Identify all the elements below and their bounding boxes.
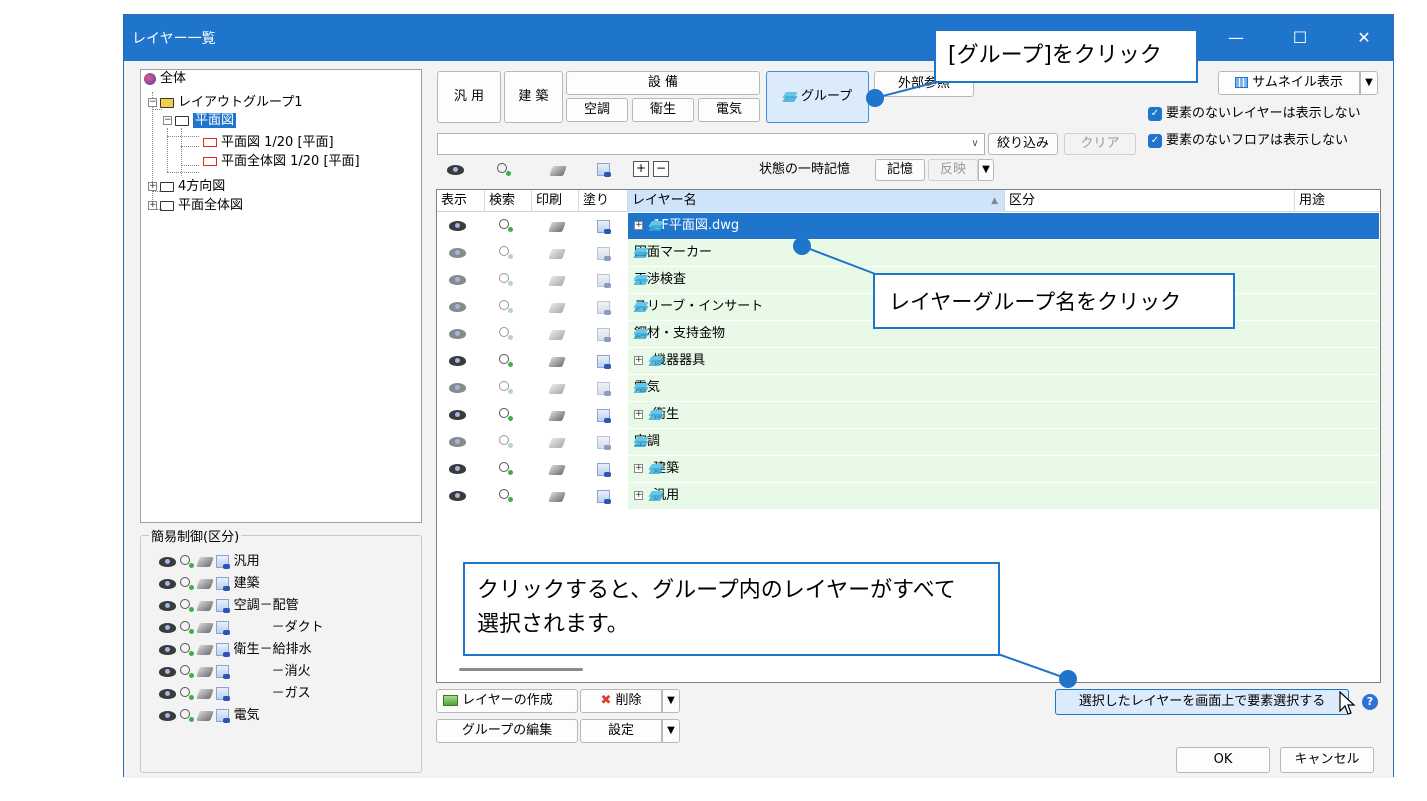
- callout-dot-name: [793, 237, 811, 255]
- callout-layer-group-name: レイヤーグループ名をクリック: [873, 273, 1235, 329]
- callout-dot-group: [866, 89, 884, 107]
- callout-note-line-2: 選択されます。: [477, 612, 629, 637]
- callout-connectors: [801, 79, 1069, 680]
- callout-dot-select: [1059, 670, 1077, 688]
- callout-group-click: [グループ]をクリック: [934, 29, 1198, 83]
- callout-note-line-1: クリックすると、グループ内のレイヤーがすべて: [477, 578, 956, 603]
- callout-selection-note: クリックすると、グループ内のレイヤーがすべて 選択されます。: [463, 562, 1000, 656]
